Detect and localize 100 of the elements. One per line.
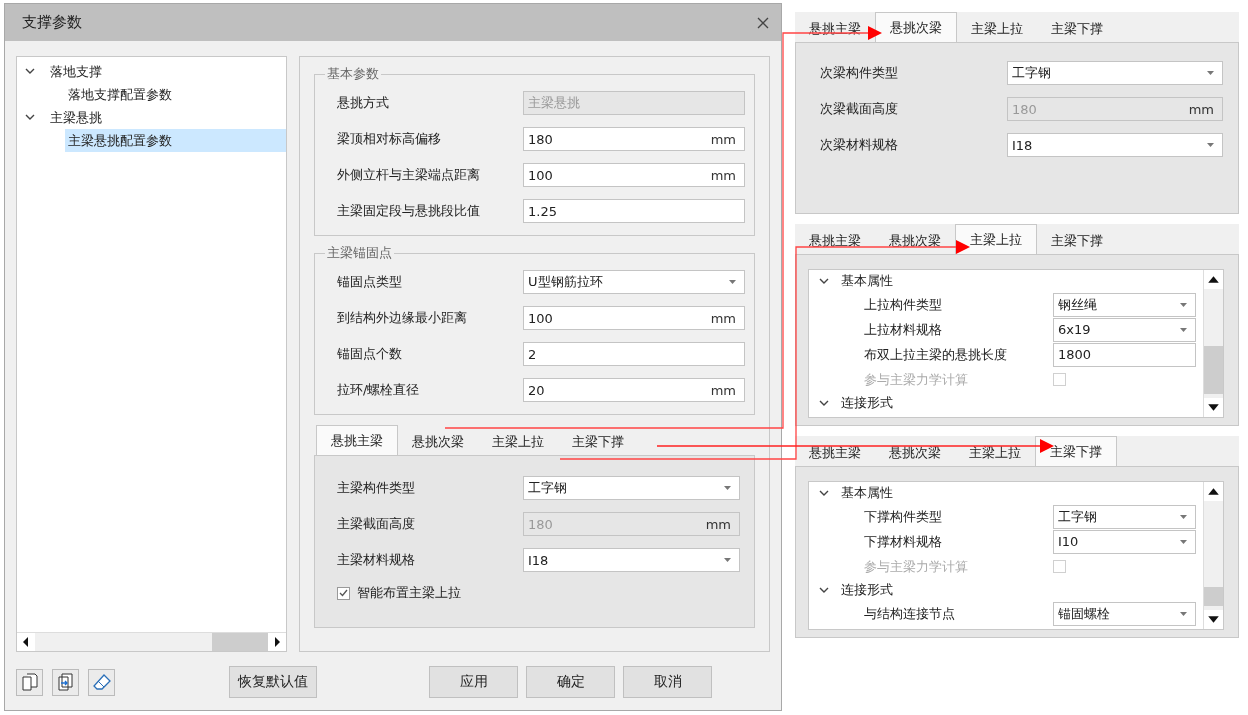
- field-label: 主梁固定段与悬挑段比值: [337, 202, 481, 220]
- chevron-icon[interactable]: [819, 399, 829, 407]
- scroll-left-icon[interactable]: [17, 633, 35, 651]
- property-label: 布双上拉主梁的悬挑长度: [864, 345, 1008, 364]
- chevron-icon[interactable]: [819, 586, 829, 594]
- dropdown[interactable]: 工字钢: [1053, 504, 1196, 529]
- field-label: 拉环/螺栓直径: [337, 381, 421, 399]
- input-field[interactable]: 20 mm: [523, 378, 745, 402]
- tab[interactable]: 悬挑主梁: [795, 228, 875, 254]
- scroll-down-icon[interactable]: [1204, 610, 1223, 629]
- scroll-right-icon[interactable]: [268, 633, 286, 651]
- dropdown[interactable]: 工字钢: [523, 476, 740, 500]
- document-arrow-icon: [57, 673, 74, 691]
- dropdown-caret-icon: [1180, 514, 1187, 519]
- input-field[interactable]: 100 mm: [523, 163, 745, 187]
- tab[interactable]: 悬挑次梁: [875, 228, 955, 254]
- scroll-down-icon[interactable]: [1204, 398, 1223, 417]
- chevron-icon[interactable]: [25, 68, 35, 75]
- tree-item[interactable]: 落地支撑配置参数: [65, 83, 286, 106]
- tree-item[interactable]: 落地支撑: [47, 60, 105, 83]
- field-label: 主梁截面高度: [337, 515, 416, 533]
- dropdown[interactable]: I18: [523, 548, 740, 572]
- dropdown[interactable]: 工字钢: [1007, 61, 1223, 85]
- dropdown-caret-icon: [724, 486, 731, 490]
- tab[interactable]: 悬挑次梁: [875, 12, 957, 42]
- checkbox-label: 智能布置主梁上拉: [357, 584, 461, 602]
- tree-item[interactable]: 主梁悬挑: [47, 106, 105, 129]
- scroll-up-icon[interactable]: [1204, 270, 1223, 289]
- input-field[interactable]: 1.25: [523, 199, 745, 223]
- tab[interactable]: 悬挑主梁: [795, 440, 875, 466]
- chevron-icon[interactable]: [819, 277, 829, 285]
- dialog-button[interactable]: 取消: [623, 666, 712, 698]
- dropdown[interactable]: 钢丝绳: [1053, 292, 1196, 317]
- property-label: 上拉材料规格: [864, 320, 943, 339]
- field-label: 梁顶相对标高偏移: [337, 130, 442, 148]
- copy-button[interactable]: [16, 668, 43, 696]
- scrollbar[interactable]: [1203, 482, 1223, 629]
- tab[interactable]: 主梁下撑: [1037, 16, 1117, 42]
- property-label: 上拉构件类型: [864, 295, 943, 314]
- property-label: 参与主梁力学计算: [864, 370, 969, 389]
- tree-item[interactable]: 主梁悬挑配置参数: [65, 129, 286, 152]
- field-label: 外侧立杆与主梁端点距离: [337, 166, 481, 184]
- input-field[interactable]: 180 mm: [523, 127, 745, 151]
- dropdown[interactable]: 锚固螺栓: [1053, 601, 1196, 626]
- dropdown-caret-icon: [1207, 71, 1214, 75]
- field-label: 锚固点个数: [337, 345, 403, 363]
- dropdown[interactable]: I10: [1053, 529, 1196, 554]
- property-label: 参与主梁力学计算: [864, 557, 969, 576]
- tab[interactable]: 主梁下撑: [1035, 436, 1117, 466]
- tab[interactable]: 主梁上拉: [478, 429, 558, 455]
- scrollbar[interactable]: [17, 632, 286, 651]
- dropdown[interactable]: I18: [1007, 133, 1223, 157]
- input-field[interactable]: 1800: [1053, 342, 1196, 367]
- scroll-thumb[interactable]: [212, 633, 268, 651]
- tab[interactable]: 悬挑次梁: [875, 440, 955, 466]
- scroll-thumb[interactable]: [1204, 587, 1223, 607]
- dropdown-caret-icon: [1180, 539, 1187, 544]
- tab[interactable]: 主梁上拉: [955, 224, 1037, 254]
- scrollbar[interactable]: [1203, 270, 1223, 417]
- checkmark-icon: [339, 589, 348, 597]
- field-label: 到结构外边缘最小距离: [337, 309, 468, 327]
- dropdown-caret-icon: [1180, 302, 1187, 307]
- scroll-thumb[interactable]: [1204, 346, 1223, 395]
- tab[interactable]: 悬挑次梁: [398, 429, 478, 455]
- dropdown[interactable]: U型钢筋拉环: [523, 270, 745, 294]
- section-title: 连接形式: [841, 581, 893, 599]
- import-button[interactable]: [52, 668, 79, 696]
- dropdown-caret-icon: [1180, 327, 1187, 332]
- tab[interactable]: 主梁下撑: [1037, 228, 1117, 254]
- dropdown-caret-icon: [1207, 143, 1214, 147]
- close-icon[interactable]: [757, 16, 769, 29]
- dropdown-caret-icon: [724, 558, 731, 562]
- group-title: 主梁锚固点: [326, 244, 393, 262]
- input-field[interactable]: 100 mm: [523, 306, 745, 330]
- section-title: 连接形式: [841, 394, 893, 412]
- checkbox[interactable]: [337, 586, 350, 600]
- chevron-icon[interactable]: [819, 489, 829, 497]
- dialog-button[interactable]: 确定: [526, 666, 615, 698]
- tab[interactable]: 主梁上拉: [955, 440, 1035, 466]
- dialog-button[interactable]: 应用: [429, 666, 518, 698]
- field-label: 主梁构件类型: [337, 479, 416, 497]
- field-label: 次梁材料规格: [820, 136, 899, 154]
- scroll-up-icon[interactable]: [1204, 482, 1223, 501]
- tab[interactable]: 主梁上拉: [957, 16, 1037, 42]
- dropdown[interactable]: 6x19: [1053, 317, 1196, 342]
- dialog-button[interactable]: 恢复默认值: [229, 666, 317, 698]
- field-label: 主梁材料规格: [337, 551, 416, 569]
- dropdown-caret-icon: [729, 280, 736, 284]
- tab[interactable]: 主梁下撑: [558, 429, 638, 455]
- chevron-icon[interactable]: [25, 114, 35, 121]
- dropdown-caret-icon: [1180, 611, 1187, 616]
- input-field[interactable]: 2: [523, 342, 745, 366]
- window-title: 支撑参数: [22, 13, 82, 32]
- eraser-button[interactable]: [88, 668, 115, 696]
- field-label: 锚固点类型: [337, 273, 403, 291]
- group-title: 基本参数: [326, 65, 380, 83]
- property-label: 下撑材料规格: [864, 532, 943, 551]
- tab[interactable]: 悬挑主梁: [316, 425, 398, 455]
- section-title: 基本属性: [841, 484, 893, 502]
- field-label: 次梁构件类型: [820, 64, 899, 82]
